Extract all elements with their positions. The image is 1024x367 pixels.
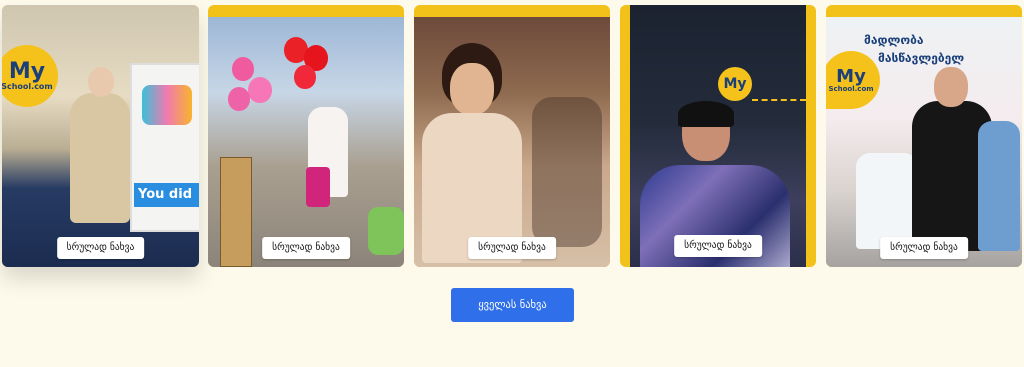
board-banner: You did bbox=[134, 183, 199, 207]
view-full-button[interactable]: სრულად ნახვა bbox=[262, 237, 350, 259]
gallery-photo: My bbox=[630, 5, 806, 267]
person-face bbox=[450, 63, 494, 115]
view-full-button[interactable]: სრულად ნახვა bbox=[880, 237, 968, 259]
gallery-photo: My School.com You did bbox=[2, 5, 199, 267]
gallery-card-4[interactable]: My სრულად ნახვა bbox=[620, 5, 816, 267]
photo-gallery: My School.com You did სრულად ნახვა სრულა… bbox=[0, 0, 1024, 280]
gallery-photo bbox=[414, 17, 610, 267]
gallery-card-3[interactable]: სრულად ნახვა bbox=[414, 5, 610, 267]
gallery-card-1[interactable]: My School.com You did სრულად ნახვა bbox=[2, 5, 199, 267]
view-full-button[interactable]: სრულად ნახვა bbox=[468, 237, 556, 259]
view-full-button[interactable]: სრულად ნახვა bbox=[56, 237, 145, 259]
view-all-button[interactable]: ყველას ნახვა bbox=[451, 288, 574, 322]
person-figure bbox=[70, 93, 130, 223]
teacher-face bbox=[934, 67, 968, 107]
child-figure bbox=[978, 121, 1020, 251]
thank-you-banner: მადლობა მასწავლებელ bbox=[864, 33, 965, 65]
child-figure bbox=[856, 153, 918, 249]
pink-skirt bbox=[306, 167, 330, 207]
view-full-button[interactable]: სრულად ნახვა bbox=[674, 235, 762, 257]
gallery-card-2[interactable]: სრულად ნახვა bbox=[208, 5, 404, 267]
myschool-logo: My bbox=[718, 67, 752, 101]
myschool-logo: My School.com bbox=[2, 45, 58, 107]
cartoon-car-illustration bbox=[368, 207, 404, 255]
gallery-photo: მადლობა მასწავლებელ My School.com bbox=[826, 17, 1022, 267]
myschool-heart-logo: My School.com bbox=[826, 51, 880, 109]
person-head bbox=[88, 67, 114, 97]
background-people bbox=[532, 97, 602, 247]
person-hair bbox=[678, 101, 734, 127]
dashed-line bbox=[752, 99, 806, 101]
clock-tower-illustration bbox=[220, 157, 252, 267]
gallery-photo bbox=[208, 17, 404, 267]
theater-masks-graphic bbox=[142, 85, 192, 125]
gallery-card-5[interactable]: მადლობა მასწავლებელ My School.com სრულად… bbox=[826, 5, 1022, 267]
